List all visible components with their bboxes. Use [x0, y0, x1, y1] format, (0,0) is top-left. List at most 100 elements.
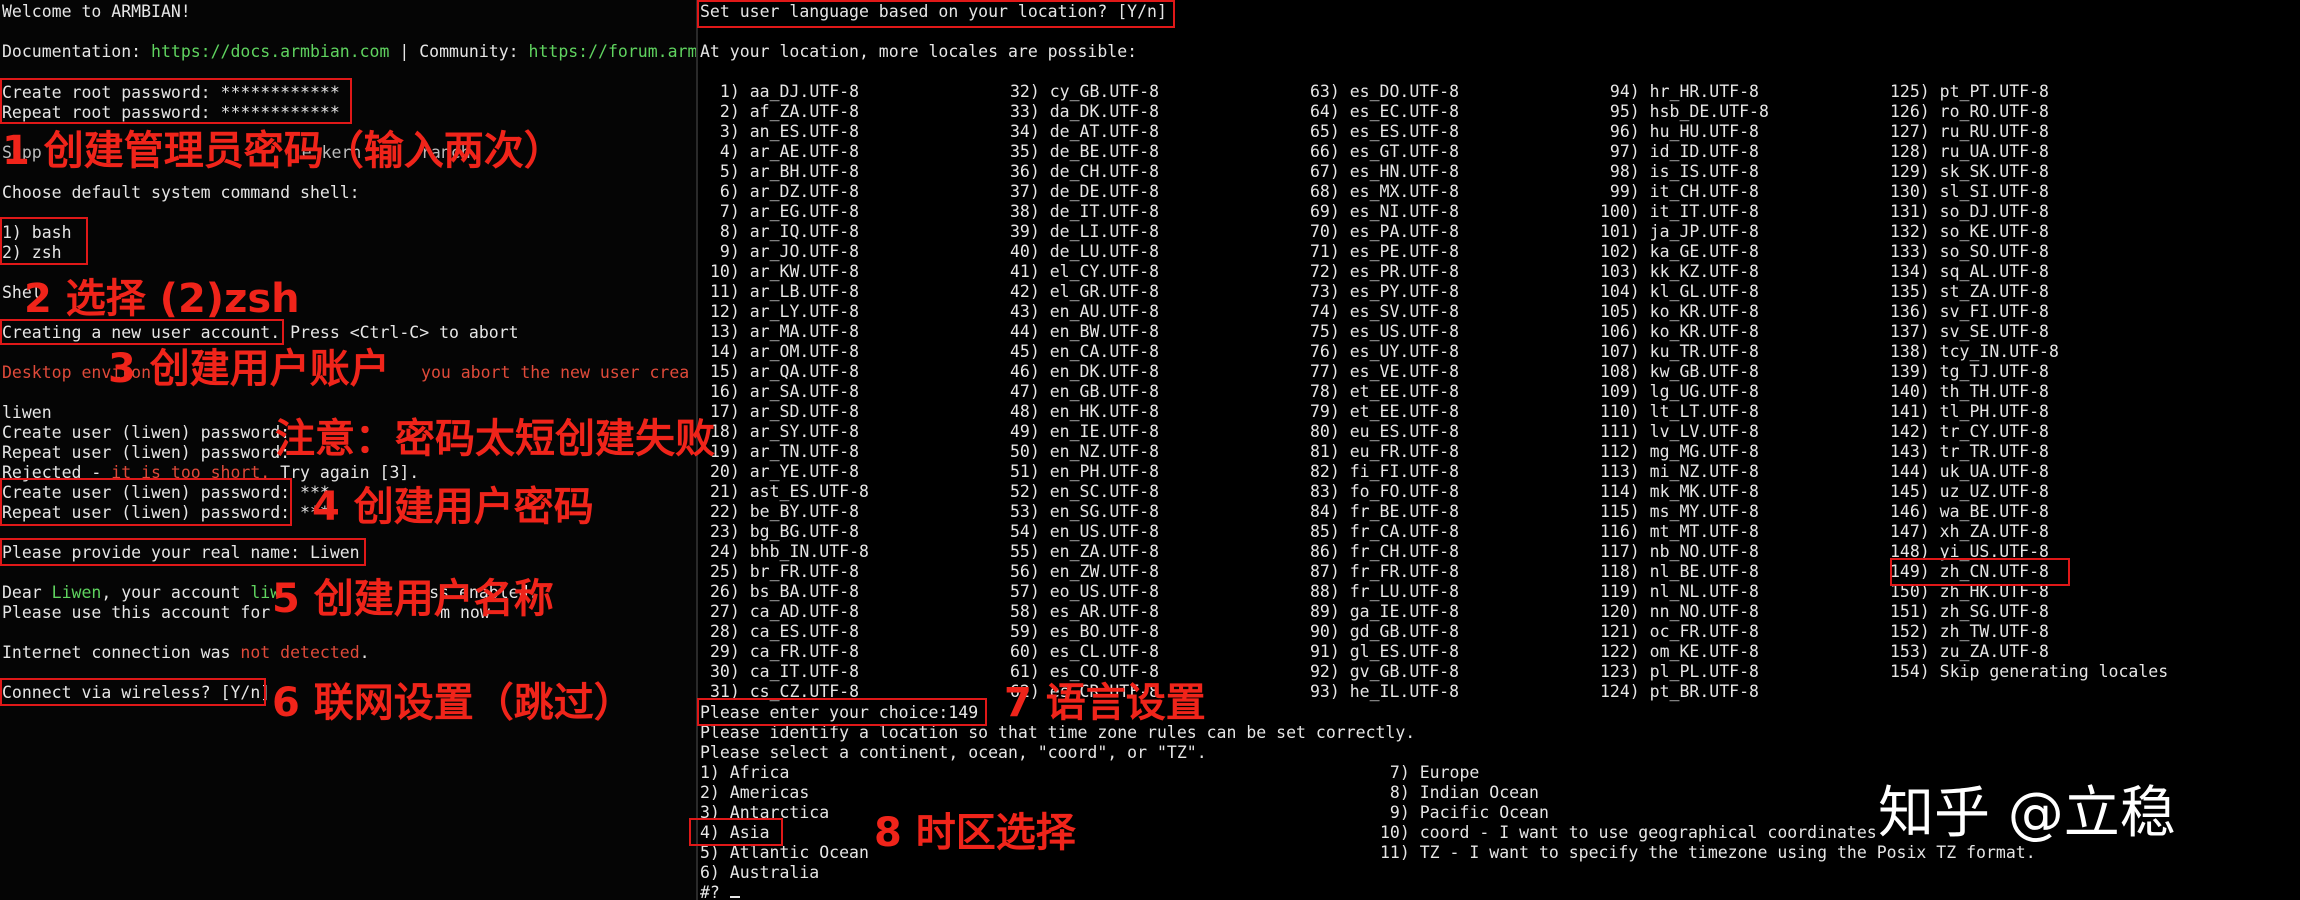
locale-item: 117) nb_NO.UTF-8: [1600, 542, 1759, 561]
locale-item: 136) sv_FI.UTF-8: [1890, 302, 2049, 321]
locale-item: 13) ar_MA.UTF-8: [710, 322, 860, 341]
locale-item: 93) he_IL.UTF-8: [1310, 682, 1460, 701]
locale-item: 127) ru_RU.UTF-8: [1890, 122, 2049, 141]
note-language: 7 语言设置: [1004, 680, 1206, 726]
locale-item: 126) ro_RO.UTF-8: [1890, 102, 2049, 121]
locale-item: 47) en_GB.UTF-8: [1010, 382, 1160, 401]
locale-item: 154) Skip generating locales: [1890, 662, 2169, 681]
locale-item: 14) ar_OM.UTF-8: [710, 342, 860, 361]
highlight-creating-user: [0, 319, 284, 345]
welcome-line: Welcome to ARMBIAN!: [2, 2, 191, 21]
locale-item: 17) ar_SD.UTF-8: [710, 402, 860, 421]
locale-item: 128) ru_UA.UTF-8: [1890, 142, 2049, 161]
repeat-user-password-1: Repeat user (liwen) password:: [2, 443, 291, 462]
locale-item: 24) bhb_IN.UTF-8: [710, 542, 869, 561]
locale-item: 98) is_IS.UTF-8: [1600, 162, 1759, 181]
locale-item: 66) es_GT.UTF-8: [1310, 142, 1460, 161]
locale-item: 134) sq_AL.UTF-8: [1890, 262, 2049, 281]
locale-item: 56) en_ZW.UTF-8: [1010, 562, 1160, 581]
locale-item: 88) fr_LU.UTF-8: [1310, 582, 1460, 601]
locale-item: 7) ar_EG.UTF-8: [710, 202, 860, 221]
locale-item: 44) en_BW.UTF-8: [1010, 322, 1160, 341]
locale-item: 101) ja_JP.UTF-8: [1600, 222, 1759, 241]
locale-item: 144) uk_UA.UTF-8: [1890, 462, 2049, 481]
forum-link[interactable]: https://forum.armb: [529, 42, 698, 61]
locale-item: 85) fr_CA.UTF-8: [1310, 522, 1460, 541]
highlight-user-password: [0, 478, 292, 526]
locale-item: 53) en_SG.UTF-8: [1010, 502, 1160, 521]
locale-item: 72) es_PR.UTF-8: [1310, 262, 1460, 281]
locale-item: 10) ar_KW.UTF-8: [710, 262, 860, 281]
highlight-wireless: [0, 678, 266, 706]
tz-option-9: 9) Pacific Ocean: [1380, 803, 1549, 822]
locale-item: 153) zu_ZA.UTF-8: [1890, 642, 2049, 661]
locale-item: 119) nl_NL.UTF-8: [1600, 582, 1759, 601]
locale-item: 76) es_UY.UTF-8: [1310, 342, 1460, 361]
locale-item: 97) id_ID.UTF-8: [1600, 142, 1759, 161]
locale-item: 94) hr_HR.UTF-8: [1600, 82, 1759, 101]
locale-item: 33) da_DK.UTF-8: [1010, 102, 1160, 121]
locale-item: 124) pt_BR.UTF-8: [1600, 682, 1759, 701]
locale-item: 38) de_IT.UTF-8: [1010, 202, 1160, 221]
locale-item: 132) so_KE.UTF-8: [1890, 222, 2049, 241]
locale-item: 6) ar_DZ.UTF-8: [710, 182, 860, 201]
docs-link[interactable]: https://docs.armbian.com: [151, 42, 389, 61]
documentation-line: Documentation: https://docs.armbian.com …: [2, 42, 698, 62]
locale-item: 82) fi_FI.UTF-8: [1310, 462, 1460, 481]
highlight-asia: [689, 818, 783, 846]
locale-item: 36) de_CH.UTF-8: [1010, 162, 1160, 181]
tz-prompt[interactable]: #?: [700, 883, 740, 900]
locale-item: 15) ar_QA.UTF-8: [710, 362, 860, 381]
locale-item: 115) ms_MY.UTF-8: [1600, 502, 1759, 521]
zhihu-watermark: 知乎 @立稳: [1878, 781, 2176, 846]
locale-item: 20) ar_YE.UTF-8: [710, 462, 860, 481]
locale-item: 27) ca_AD.UTF-8: [710, 602, 860, 621]
locale-item: 142) tr_CY.UTF-8: [1890, 422, 2049, 441]
highlight-choice: [697, 698, 987, 726]
tz-identify: Please identify a location so that time …: [700, 723, 1416, 742]
locale-item: 11) ar_LB.UTF-8: [710, 282, 860, 301]
locale-item: 79) et_EE.UTF-8: [1310, 402, 1460, 421]
highlight-shell-options: [0, 217, 88, 265]
locale-item: 133) so_SO.UTF-8: [1890, 242, 2049, 261]
locale-item: 146) wa_BE.UTF-8: [1890, 502, 2049, 521]
locale-item: 61) es_CO.UTF-8: [1010, 662, 1160, 681]
locale-item: 34) de_AT.UTF-8: [1010, 122, 1160, 141]
locale-item: 73) es_PY.UTF-8: [1310, 282, 1460, 301]
locale-item: 143) tr_TR.UTF-8: [1890, 442, 2049, 461]
locale-item: 74) es_SV.UTF-8: [1310, 302, 1460, 321]
locale-item: 22) be_BY.UTF-8: [710, 502, 860, 521]
locale-item: 104) kl_GL.UTF-8: [1600, 282, 1759, 301]
highlight-root-password: [0, 78, 352, 124]
tz-option-2: 2) Americas: [700, 783, 810, 802]
locale-item: 52) en_SC.UTF-8: [1010, 482, 1160, 501]
locale-item: 130) sl_SI.UTF-8: [1890, 182, 2049, 201]
locale-item: 5) ar_BH.UTF-8: [710, 162, 860, 181]
tz-option-1: 1) Africa: [700, 763, 790, 782]
locale-item: 122) om_KE.UTF-8: [1600, 642, 1759, 661]
locale-item: 140) th_TH.UTF-8: [1890, 382, 2049, 401]
locale-item: 18) ar_SY.UTF-8: [710, 422, 860, 441]
tz-option-8: 8) Indian Ocean: [1380, 783, 1539, 802]
locales-intro: At your location, more locales are possi…: [700, 42, 1138, 61]
create-user-password-1: Create user (liwen) password:: [2, 423, 291, 442]
locale-item: 45) en_CA.UTF-8: [1010, 342, 1160, 361]
tz-select: Please select a continent, ocean, "coord…: [700, 743, 1207, 762]
locale-item: 19) ar_TN.UTF-8: [710, 442, 860, 461]
locale-item: 92) gv_GB.UTF-8: [1310, 662, 1460, 681]
locale-item: 80) eu_ES.UTF-8: [1310, 422, 1460, 441]
locale-item: 141) tl_PH.UTF-8: [1890, 402, 2049, 421]
locale-item: 43) en_AU.UTF-8: [1010, 302, 1160, 321]
locale-item: 55) en_ZA.UTF-8: [1010, 542, 1160, 561]
note-user-name: 5 创建用户名称: [272, 576, 554, 622]
locale-item: 60) es_CL.UTF-8: [1010, 642, 1160, 661]
locale-item: 68) es_MX.UTF-8: [1310, 182, 1460, 201]
tz-option-10: 10) coord - I want to use geographical c…: [1380, 823, 1877, 842]
tz-option-5: 5) Atlantic Ocean: [700, 843, 869, 862]
locale-item: 102) ka_GE.UTF-8: [1600, 242, 1759, 261]
locale-item: 26) bs_BA.UTF-8: [710, 582, 860, 601]
locale-item: 49) en_IE.UTF-8: [1010, 422, 1160, 441]
locale-item: 84) fr_BE.UTF-8: [1310, 502, 1460, 521]
right-terminal[interactable]: Set user language based on your location…: [698, 0, 2300, 900]
locale-item: 103) kk_KZ.UTF-8: [1600, 262, 1759, 281]
